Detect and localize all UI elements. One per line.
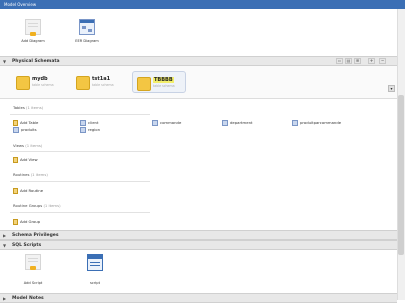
- table-item[interactable]: commande: [152, 120, 181, 126]
- collapsed-caret-icon: ▶: [3, 296, 7, 301]
- add-group-icon: [13, 219, 18, 225]
- model-notes-header[interactable]: ▶ Model Notes: [0, 293, 397, 303]
- schema-tab-tst1a1[interactable]: tst1a1 table schema: [72, 71, 126, 93]
- add-script-tile[interactable]: Add Script: [18, 252, 48, 288]
- add-group-button[interactable]: Add Group: [13, 219, 40, 225]
- sql-scripts-title: SQL Scripts: [12, 243, 42, 248]
- schema-privileges-title: Schema Privileges: [12, 233, 59, 238]
- table-icon: [13, 127, 19, 133]
- window-title: Model Overview: [4, 2, 37, 7]
- schema-name: tst1a1: [92, 76, 111, 82]
- add-script-icon: [25, 254, 41, 270]
- database-icon: [137, 77, 151, 91]
- schema-tab-mydb[interactable]: mydb table schema: [12, 71, 66, 93]
- table-item[interactable]: produits: [13, 127, 37, 133]
- table-icon: [152, 120, 158, 126]
- database-icon: [76, 76, 90, 90]
- add-schema-button[interactable]: +: [368, 58, 375, 64]
- scrollbar-thumb[interactable]: [398, 95, 404, 255]
- physical-schemata-title: Physical Schemata: [12, 59, 60, 64]
- expand-caret-icon: ▼: [3, 243, 7, 248]
- routines-count: (1 items): [30, 172, 48, 177]
- script-tile[interactable]: script: [80, 252, 110, 288]
- view-list-icon[interactable]: ≡: [354, 58, 361, 64]
- divider: [10, 114, 150, 115]
- eer-diagram-icon: [79, 19, 95, 35]
- table-item[interactable]: produitparcommande: [292, 120, 341, 126]
- add-view-icon: [13, 157, 18, 163]
- add-routine-icon: [13, 188, 18, 194]
- schema-subtitle: table schema: [32, 83, 54, 87]
- eer-diagram-label: EER Diagram: [75, 39, 99, 43]
- add-script-label: Add Script: [23, 281, 43, 285]
- script-label: script: [89, 281, 100, 285]
- table-icon: [80, 127, 86, 133]
- views-heading: Views (1 items): [13, 143, 43, 148]
- database-icon: [16, 76, 30, 90]
- add-diagram-icon: [25, 19, 41, 36]
- add-table-button[interactable]: Add Table: [13, 120, 38, 126]
- schema-name: TBBBB: [153, 77, 174, 83]
- model-notes-title: Model Notes: [12, 296, 44, 301]
- tables-count: (1 items): [26, 105, 44, 110]
- schema-tabs: mydb table schema tst1a1 table schema TB…: [0, 66, 397, 99]
- add-table-icon: [13, 120, 18, 126]
- table-icon: [292, 120, 298, 126]
- tables-heading: Tables (1 items): [13, 105, 44, 110]
- routine-groups-heading: Routine Groups (1 items): [13, 203, 61, 208]
- view-small-icons-icon[interactable]: ▤: [345, 58, 352, 64]
- routines-heading: Routines (1 items): [13, 172, 48, 177]
- table-icon: [80, 120, 86, 126]
- schema-subtitle: table schema: [153, 84, 175, 88]
- table-icon: [222, 120, 228, 126]
- sql-file-icon: [87, 254, 103, 271]
- window-titlebar: Model Overview: [0, 0, 405, 9]
- eer-diagram-tile[interactable]: EER Diagram: [72, 19, 102, 55]
- add-diagram-label: Add Diagram: [21, 39, 45, 43]
- schema-scroll-icon[interactable]: ▾: [388, 85, 395, 92]
- sql-scripts-header[interactable]: ▼ SQL Scripts: [0, 240, 397, 250]
- add-view-button[interactable]: Add View: [13, 157, 38, 163]
- diagrams-area: Add Diagram EER Diagram: [0, 9, 397, 56]
- divider: [10, 212, 150, 213]
- add-routine-button[interactable]: Add Routine: [13, 188, 43, 194]
- table-item[interactable]: region: [80, 127, 100, 133]
- divider: [10, 181, 150, 182]
- schema-privileges-header[interactable]: ▶ Schema Privileges: [0, 230, 397, 240]
- routine-groups-count: (1 items): [43, 203, 61, 208]
- views-count: (1 items): [25, 143, 43, 148]
- table-item[interactable]: department: [222, 120, 252, 126]
- divider: [10, 151, 150, 152]
- collapsed-caret-icon: ▶: [3, 233, 7, 238]
- schema-name: mydb: [32, 76, 48, 82]
- expand-caret-icon: ▼: [3, 59, 7, 64]
- add-diagram-tile[interactable]: Add Diagram: [18, 19, 48, 55]
- remove-schema-button[interactable]: −: [379, 58, 386, 64]
- schema-tab-tbbbb[interactable]: TBBBB table schema: [132, 71, 186, 93]
- table-item[interactable]: client: [80, 120, 98, 126]
- view-large-icons-icon[interactable]: ▫: [336, 58, 343, 64]
- schema-subtitle: table schema: [92, 83, 114, 87]
- physical-schemata-header[interactable]: ▼ Physical Schemata ▫ ▤ ≡ + −: [0, 56, 397, 66]
